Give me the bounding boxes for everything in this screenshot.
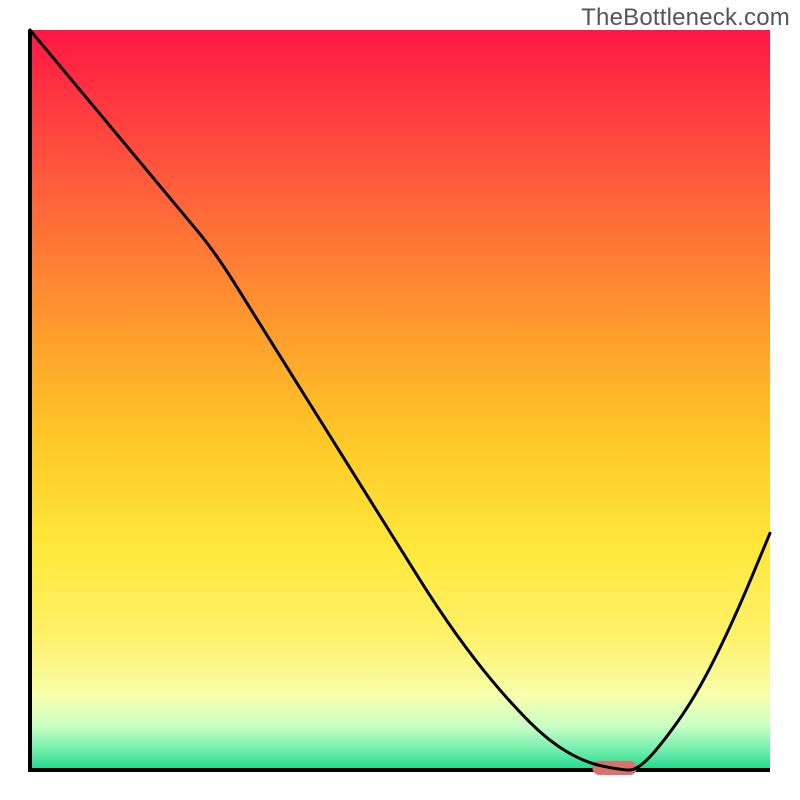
bottleneck-chart — [0, 0, 800, 800]
watermark-label: TheBottleneck.com — [581, 4, 790, 32]
chart-container: TheBottleneck.com — [0, 0, 800, 800]
plot-background — [30, 30, 770, 770]
